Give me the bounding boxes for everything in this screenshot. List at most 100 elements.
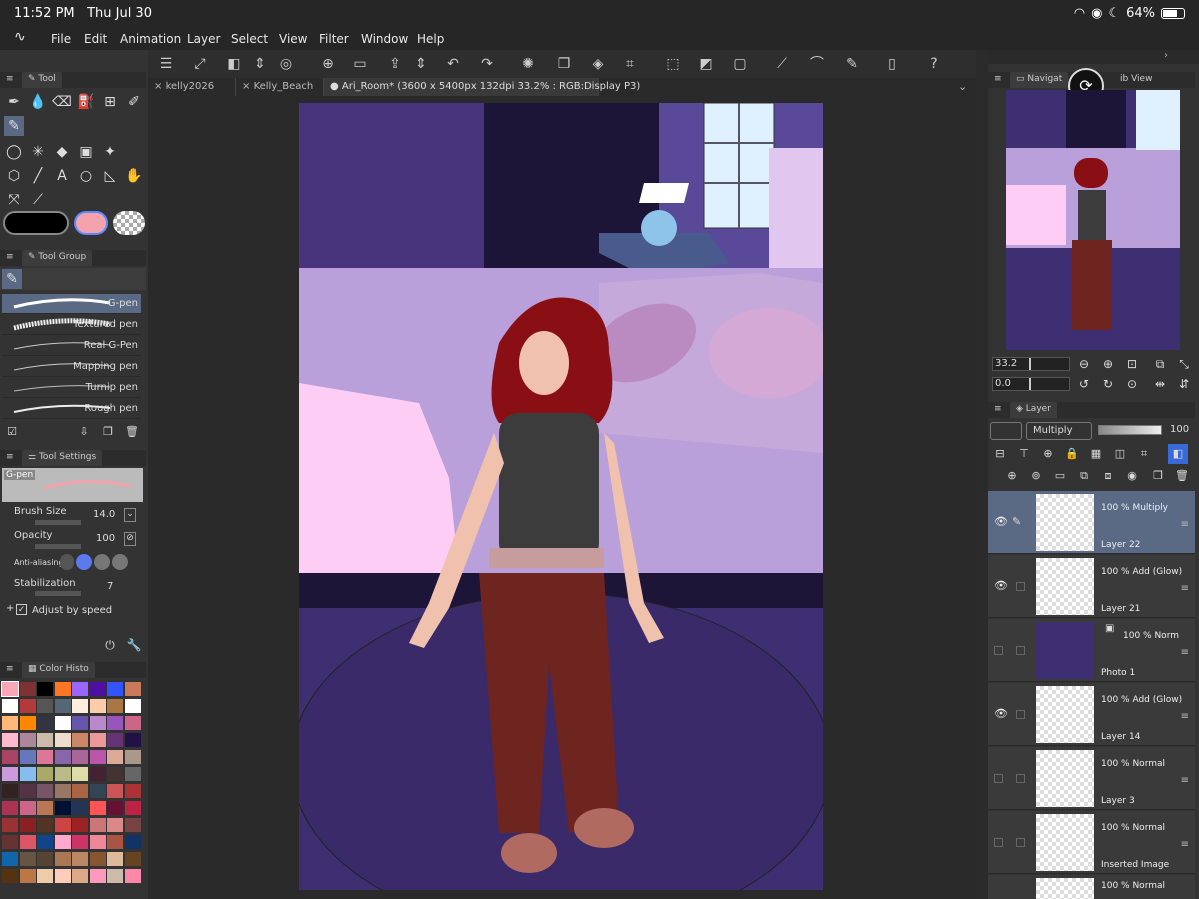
stabilization-slider[interactable]	[35, 591, 81, 596]
palette-swatch[interactable]	[107, 767, 123, 781]
palette-swatch[interactable]	[54, 699, 71, 713]
layer-row-layer-3[interactable]: 100 % Normal Layer 3 ≡	[988, 747, 1195, 810]
palette-swatch[interactable]	[89, 869, 106, 883]
invert-selection-icon[interactable]: ◩	[696, 54, 716, 74]
palette-swatch[interactable]	[124, 801, 141, 815]
layer-opacity-value[interactable]: 100	[1170, 424, 1189, 435]
selected-pen-icon[interactable]: ✎	[4, 116, 24, 136]
menu-view[interactable]: View	[279, 32, 307, 46]
palette-swatch[interactable]	[72, 767, 88, 781]
palette-swatch[interactable]	[54, 801, 71, 815]
palette-swatch[interactable]	[37, 835, 53, 849]
sub-view-tab[interactable]: ib View	[1120, 74, 1152, 84]
palette-swatch[interactable]	[54, 767, 71, 781]
fit-window-icon[interactable]: ⤡	[1174, 354, 1194, 374]
palette-swatch[interactable]	[107, 852, 123, 866]
move-icon[interactable]: ⤧	[4, 190, 24, 210]
anti-alias-medium[interactable]	[94, 554, 110, 570]
palette-swatch[interactable]	[2, 801, 18, 815]
drag-handle-icon[interactable]: ≡	[1181, 647, 1189, 658]
palette-swatch[interactable]	[54, 835, 71, 849]
palette-swatch[interactable]	[2, 750, 18, 764]
palette-swatch[interactable]	[19, 767, 36, 781]
chevron-right-icon[interactable]: ›	[1164, 50, 1168, 61]
palette-swatch[interactable]	[107, 699, 123, 713]
stepper-icon[interactable]: ⇕	[250, 54, 270, 74]
palette-swatch[interactable]	[72, 716, 88, 730]
visibility-checkbox[interactable]	[994, 838, 1003, 847]
visibility-checkbox[interactable]	[994, 774, 1003, 783]
palette-swatch[interactable]	[107, 733, 123, 747]
rotation-field[interactable]: 0.0	[992, 377, 1070, 391]
drag-handle-icon[interactable]: ≡	[1181, 839, 1189, 850]
brush-item-mapping-pen[interactable]: Mapping pen	[2, 357, 141, 377]
trash-icon[interactable]: 🗑	[122, 422, 142, 442]
color-history-tab[interactable]: ▦ Color Histo	[22, 662, 95, 678]
palette-swatch[interactable]	[37, 818, 53, 832]
sparkle-icon[interactable]: ✦	[100, 142, 120, 162]
pen-group-icon[interactable]: ✎	[2, 269, 22, 289]
menu-edit[interactable]: Edit	[84, 32, 107, 46]
palette-swatch[interactable]	[107, 801, 123, 815]
palette-swatch[interactable]	[2, 733, 18, 747]
palette-swatch[interactable]	[37, 784, 53, 798]
palette-swatch[interactable]	[2, 818, 18, 832]
palette-swatch[interactable]	[37, 682, 53, 696]
palette-swatch[interactable]	[124, 818, 141, 832]
brush-item-rough-pen[interactable]: Rough pen	[2, 399, 141, 419]
palette-swatch[interactable]	[54, 784, 71, 798]
layer-color-icon[interactable]: ◧	[1168, 444, 1188, 464]
brush-icon[interactable]: ⌒	[807, 54, 827, 74]
drag-handle-icon[interactable]: ≡	[1181, 583, 1189, 594]
duplicate-icon[interactable]: ❐	[98, 422, 118, 442]
main-color-swatch[interactable]	[3, 211, 69, 235]
palette-swatch[interactable]	[107, 784, 123, 798]
zoom-slider-handle[interactable]	[1029, 358, 1031, 370]
palette-swatch[interactable]	[107, 818, 123, 832]
zoom-in-icon[interactable]: ⊕	[1098, 354, 1118, 374]
palette-swatch[interactable]	[54, 682, 71, 696]
fill-bucket-icon[interactable]: ◆	[52, 142, 72, 162]
flip-horizontal-icon[interactable]: ⇹	[1150, 374, 1170, 394]
palette-swatch[interactable]	[124, 835, 141, 849]
rotate-left-icon[interactable]: ↺	[1074, 374, 1094, 394]
transform-icon[interactable]: ◧	[224, 54, 244, 74]
balloon-icon[interactable]: ○	[76, 166, 96, 186]
palette-swatch[interactable]	[72, 750, 88, 764]
palette-swatch[interactable]	[72, 852, 88, 866]
app-logo-icon[interactable]: ∿	[14, 29, 26, 45]
ruler-lock-icon[interactable]: ⌗	[1134, 444, 1154, 464]
open-file-icon[interactable]: ▭	[350, 54, 370, 74]
gradient-icon[interactable]: ▣	[76, 142, 96, 162]
flip-vertical-icon[interactable]: ⇵	[1174, 374, 1194, 394]
palette-swatch[interactable]	[54, 852, 71, 866]
palette-swatch[interactable]	[72, 818, 88, 832]
undo-icon[interactable]: ↶	[443, 54, 463, 74]
layer-panel-tab[interactable]: ◈ Layer	[1010, 402, 1057, 418]
new-folder-icon[interactable]: ▭	[1050, 466, 1070, 486]
fit-screen-icon[interactable]: ⧉	[1150, 354, 1170, 374]
palette-swatch[interactable]	[37, 801, 53, 815]
tab-ari-room[interactable]: ● Ari_Room* (3600 x 5400px 132dpi 33.2% …	[324, 78, 640, 96]
palette-swatch[interactable]	[72, 682, 88, 696]
actual-size-icon[interactable]: ⊡	[1122, 354, 1142, 374]
menu-window[interactable]: Window	[361, 32, 408, 46]
palette-swatch[interactable]	[124, 784, 141, 798]
clip-icon[interactable]: ⊟	[990, 444, 1010, 464]
palette-swatch[interactable]	[37, 852, 53, 866]
palette-swatch[interactable]	[19, 733, 36, 747]
layer-row-partial[interactable]: 100 % Normal	[988, 875, 1195, 899]
brush-item-real-g-pen[interactable]: Real G-Pen	[2, 336, 141, 356]
new-file-icon[interactable]: ⊕	[318, 54, 338, 74]
line-icon[interactable]: ╱	[28, 166, 48, 186]
palette-swatch[interactable]	[19, 852, 36, 866]
palette-swatch[interactable]	[54, 869, 71, 883]
tab-kelly2026[interactable]: × kelly2026	[148, 78, 236, 96]
palette-swatch[interactable]	[72, 784, 88, 798]
palette-swatch[interactable]	[89, 699, 106, 713]
palette-swatch[interactable]	[54, 818, 71, 832]
zoom-out-icon[interactable]: ⊖	[1074, 354, 1094, 374]
palette-swatch[interactable]	[2, 835, 18, 849]
palette-swatch[interactable]	[107, 835, 123, 849]
palette-swatch[interactable]	[37, 699, 53, 713]
